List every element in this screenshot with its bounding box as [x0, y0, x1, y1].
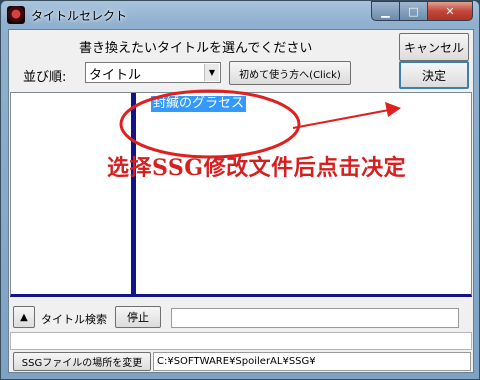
search-input[interactable]	[171, 308, 459, 328]
chevron-down-icon[interactable]: ▼	[204, 64, 219, 81]
prompt-text: 書き換えたいタイトルを選んでください	[79, 41, 313, 56]
path-row: SSGファイルの場所を変更 C:¥SOFTWARE¥SpoilerAL¥SSG¥	[9, 352, 473, 372]
arrow-annotation	[292, 102, 401, 129]
up-arrow-icon: ▲	[20, 311, 28, 323]
maximize-button[interactable]: □	[399, 1, 427, 21]
window-title: タイトルセレクト	[31, 9, 128, 23]
annotation-text: 选择SSG修改文件后点击决定	[107, 155, 407, 181]
client-area: 書き換えたいタイトルを選んでください 並び順: タイトル ▼ 初めて使う方へ(C…	[8, 29, 474, 373]
search-label: タイトル検索	[41, 313, 107, 326]
ok-button[interactable]: 決定	[399, 61, 469, 89]
howto-button[interactable]: 初めて使う方へ(Click)	[229, 61, 351, 85]
app-icon	[7, 6, 25, 24]
close-button[interactable]: ✕	[427, 1, 473, 21]
maximize-icon: □	[408, 4, 419, 18]
sort-label: 並び順:	[23, 70, 67, 85]
up-button[interactable]: ▲	[13, 306, 35, 328]
caption-buttons: ▁ □ ✕	[371, 1, 473, 21]
ssg-path-field[interactable]: C:¥SOFTWARE¥SpoilerAL¥SSG¥	[153, 352, 471, 371]
titlebar[interactable]: タイトルセレクト ▁ □ ✕	[1, 1, 479, 29]
stop-button[interactable]: 停止	[115, 306, 161, 328]
close-icon: ✕	[445, 4, 455, 18]
minimize-button[interactable]: ▁	[371, 1, 399, 21]
sort-select[interactable]: タイトル ▼	[85, 62, 221, 83]
main-window: タイトルセレクト ▁ □ ✕ 書き換えたいタイトルを選んでください 並び順: タ…	[0, 0, 480, 380]
sort-select-value: タイトル	[89, 68, 142, 83]
cancel-button[interactable]: キャンセル	[399, 33, 469, 61]
status-field	[10, 332, 472, 350]
minimize-icon: ▁	[381, 4, 390, 18]
change-ssg-location-button[interactable]: SSGファイルの場所を変更	[13, 352, 151, 371]
search-row: ▲ タイトル検索 停止	[9, 302, 473, 330]
